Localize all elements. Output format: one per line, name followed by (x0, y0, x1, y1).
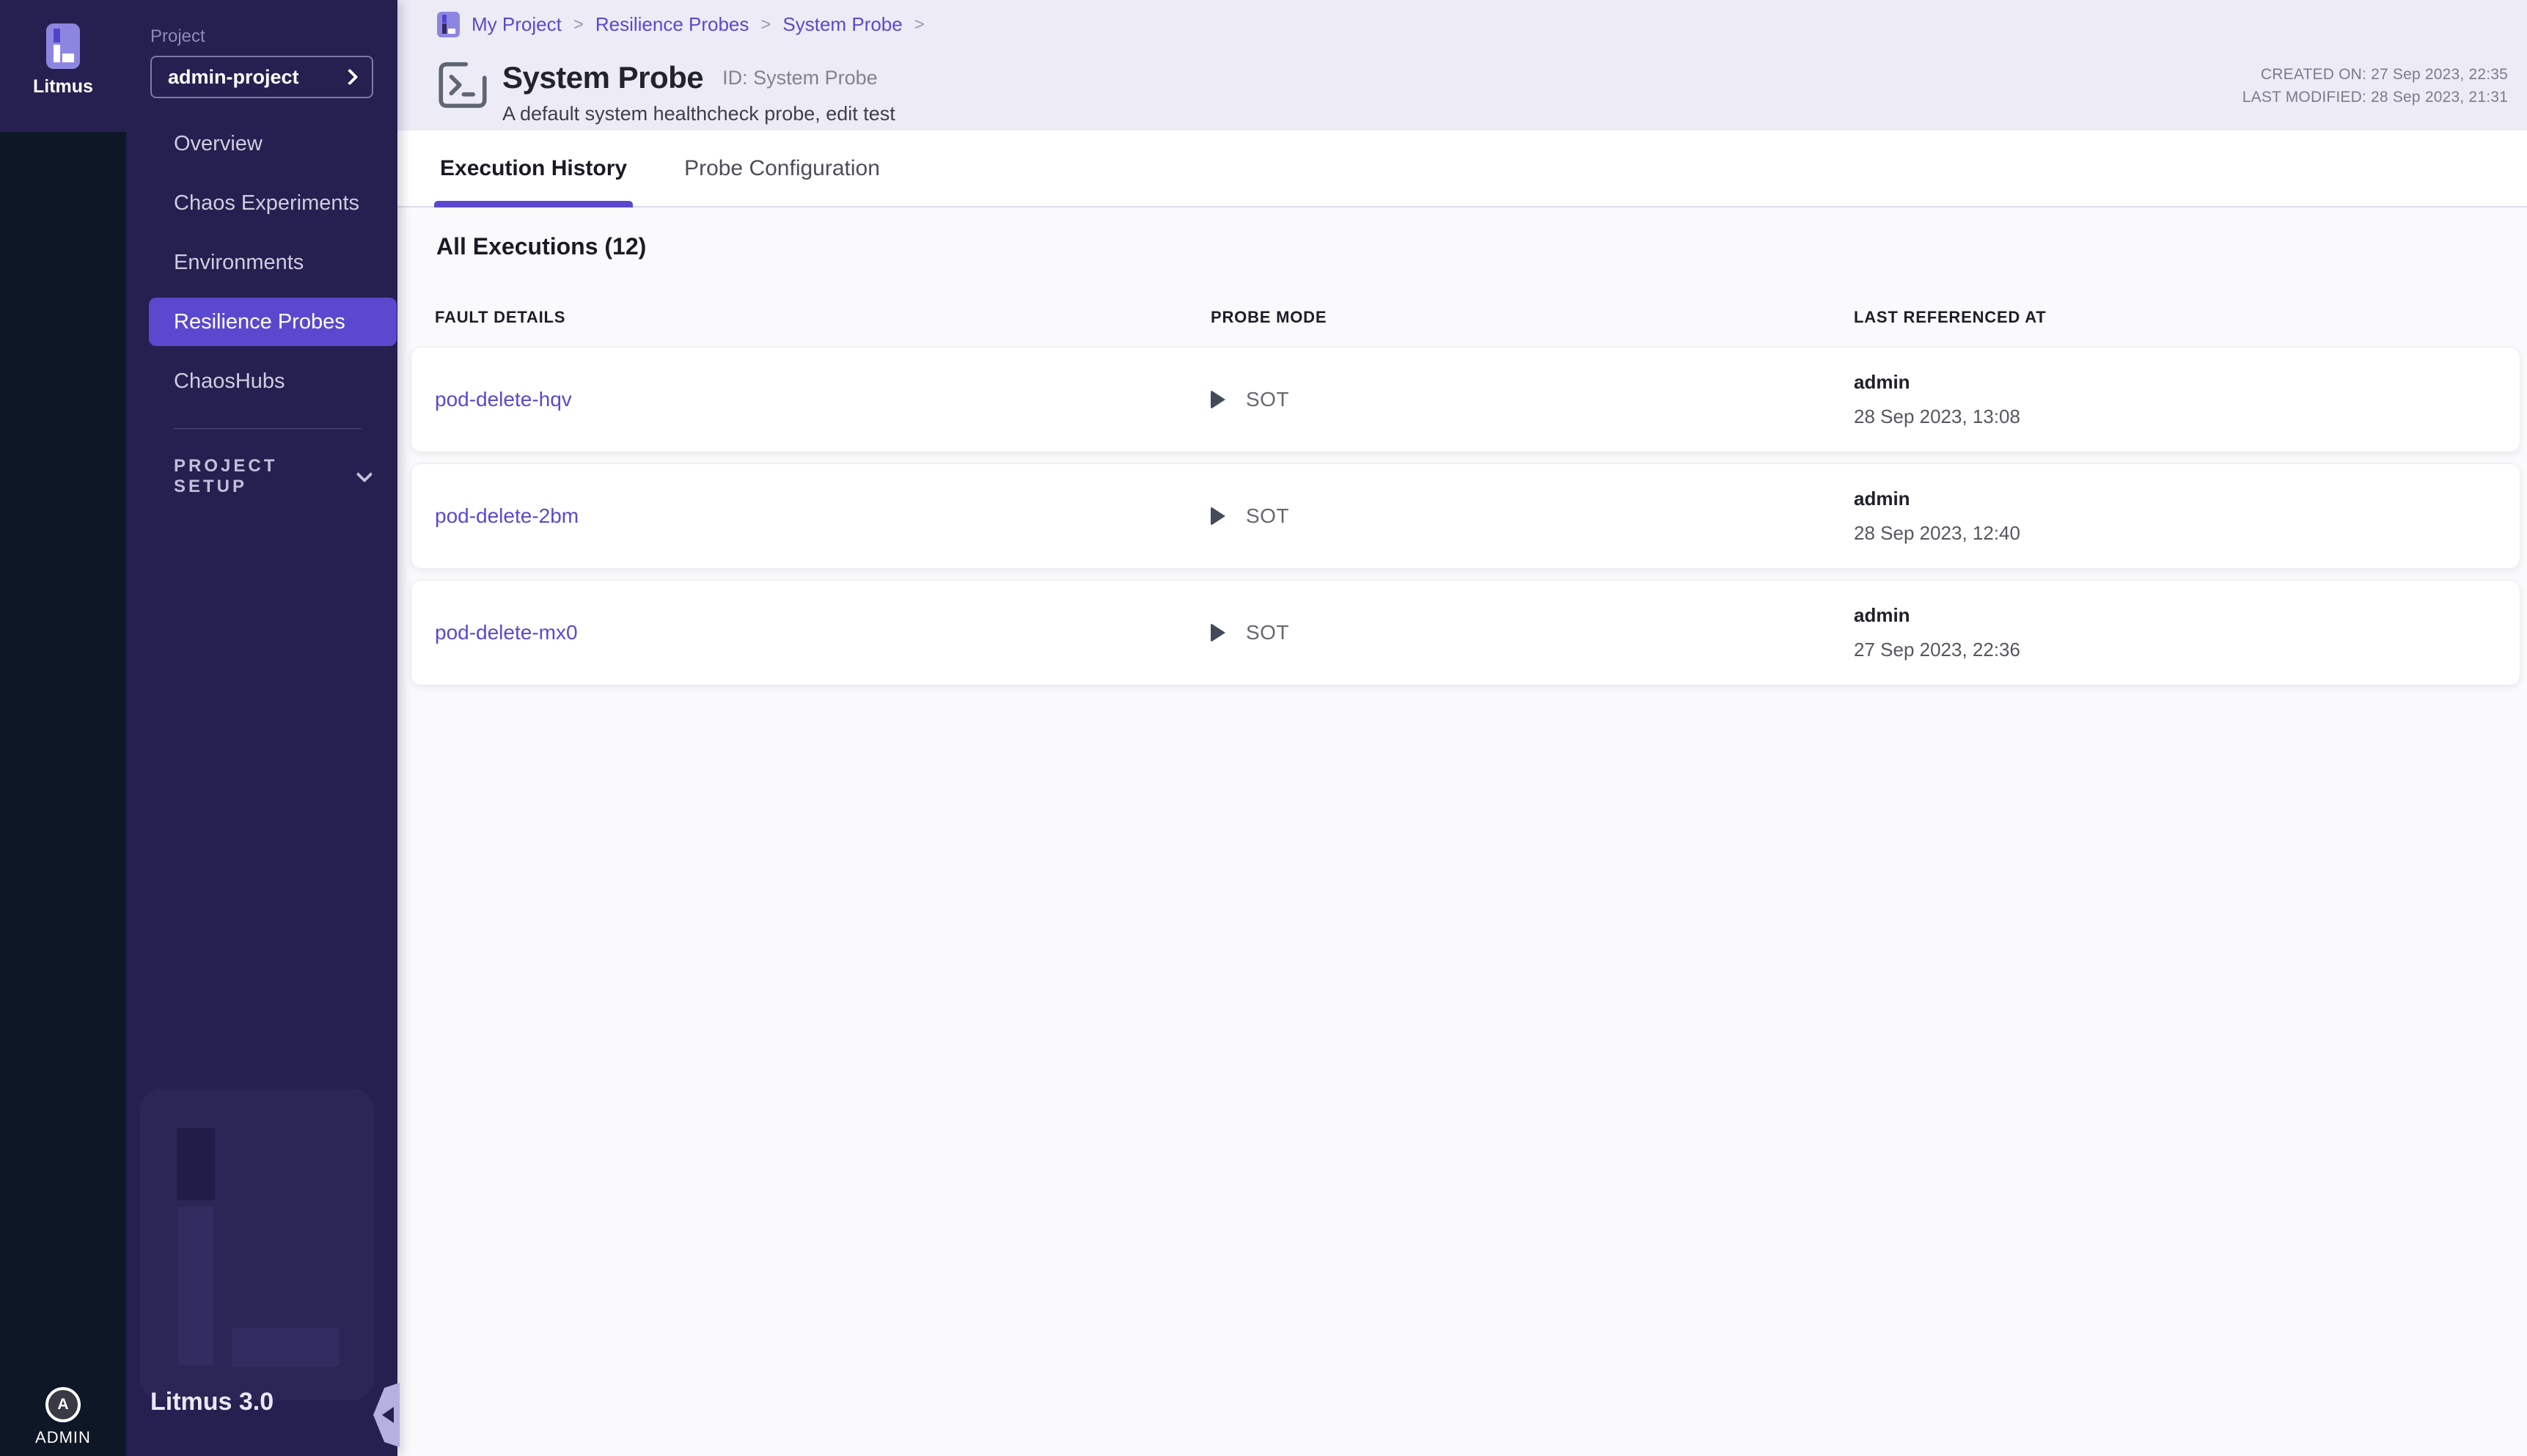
breadcrumb-my-project[interactable]: My Project (472, 13, 562, 36)
referenced-at-time: 28 Sep 2023, 13:08 (1854, 405, 2520, 428)
executions-panel: All Executions (12) FAULT DETAILS PROBE … (397, 209, 2527, 1456)
active-tab-underline (434, 201, 633, 207)
breadcrumb-resilience-probes[interactable]: Resilience Probes (595, 13, 749, 36)
project-selector[interactable]: admin-project (150, 56, 373, 98)
breadcrumb-separator: > (573, 15, 584, 35)
table-row: pod-delete-2bm SOT admin 28 Sep 2023, 12… (411, 463, 2520, 569)
page-subtitle: A default system healthcheck probe, edit… (502, 103, 895, 125)
sidebar: Project admin-project Overview Chaos Exp… (126, 0, 397, 1456)
probe-meta: CREATED ON: 27 Sep 2023, 22:35 LAST MODI… (2242, 63, 2508, 109)
litmus-app: Litmus A ADMIN Project admin-project Ove… (0, 0, 2527, 1456)
breadcrumb-system-probe[interactable]: System Probe (782, 13, 902, 36)
tab-probe-configuration[interactable]: Probe Configuration (678, 130, 886, 206)
fault-link[interactable]: pod-delete-2bm (435, 504, 579, 527)
page-id: ID: System Probe (722, 67, 878, 89)
litmus-logo-icon[interactable] (46, 23, 80, 69)
avatar-label: ADMIN (0, 1428, 126, 1447)
terminal-icon (436, 60, 489, 110)
tab-probe-configuration-label: Probe Configuration (684, 156, 880, 181)
executions-heading: All Executions (12) (436, 233, 646, 260)
sidebar-item-environments[interactable]: Environments (149, 238, 397, 287)
fault-link[interactable]: pod-delete-hqv (435, 388, 572, 411)
fault-link[interactable]: pod-delete-mx0 (435, 621, 578, 644)
sidebar-nav: Overview Chaos Experiments Environments … (126, 120, 397, 416)
sidebar-item-chaos-experiments[interactable]: Chaos Experiments (149, 179, 397, 227)
referenced-at-time: 27 Sep 2023, 22:36 (1854, 639, 2520, 661)
chevron-right-icon (342, 69, 359, 86)
play-icon[interactable] (1211, 390, 1225, 409)
probe-mode-value: SOT (1246, 504, 1289, 528)
referenced-by-user: admin (1854, 604, 2520, 627)
breadcrumb-litmus-icon (437, 12, 460, 37)
last-modified: LAST MODIFIED: 28 Sep 2023, 21:31 (2242, 86, 2508, 109)
play-icon[interactable] (1211, 507, 1225, 526)
tab-execution-history[interactable]: Execution History (434, 130, 633, 206)
referenced-at-time: 28 Sep 2023, 12:40 (1854, 522, 2520, 545)
column-header-last-referenced-at: LAST REFERENCED AT (1854, 308, 2520, 327)
breadcrumb-separator: > (760, 15, 771, 35)
avatar[interactable]: A (45, 1387, 81, 1422)
litmus-watermark (140, 1089, 374, 1400)
project-setup-label: PROJECT SETUP (174, 456, 359, 497)
sidebar-item-overview[interactable]: Overview (149, 120, 397, 168)
tab-bar: Execution History Probe Configuration (397, 130, 2527, 207)
sidebar-item-chaoshubs[interactable]: ChaosHubs (149, 357, 397, 405)
project-label: Project (150, 26, 205, 47)
probe-mode-value: SOT (1246, 388, 1289, 411)
collapse-left-icon (382, 1407, 394, 1423)
rail-top: Litmus (0, 0, 126, 132)
page-title: System Probe (502, 60, 703, 95)
referenced-by-user: admin (1854, 488, 2520, 510)
column-header-probe-mode: PROBE MODE (1211, 308, 1854, 327)
table-row: pod-delete-hqv SOT admin 28 Sep 2023, 13… (411, 347, 2520, 452)
left-rail: Litmus A ADMIN (0, 0, 126, 1456)
column-header-fault-details: FAULT DETAILS (435, 308, 1211, 327)
referenced-by-user: admin (1854, 371, 2520, 394)
tab-execution-history-label: Execution History (440, 156, 627, 181)
created-on: CREATED ON: 27 Sep 2023, 22:35 (2242, 63, 2508, 86)
page-header: My Project > Resilience Probes > System … (397, 0, 2527, 130)
sidebar-item-resilience-probes[interactable]: Resilience Probes (149, 298, 397, 346)
version-label: Litmus 3.0 (150, 1388, 274, 1416)
sidebar-divider (174, 428, 362, 429)
project-selector-value: admin-project (168, 66, 299, 89)
table-row: pod-delete-mx0 SOT admin 27 Sep 2023, 22… (411, 580, 2520, 685)
breadcrumb-separator: > (914, 15, 925, 35)
table-header-row: FAULT DETAILS PROBE MODE LAST REFERENCED… (435, 308, 2520, 327)
chevron-down-icon (356, 466, 373, 483)
litmus-logo-label: Litmus (33, 76, 93, 98)
main-area: My Project > Resilience Probes > System … (397, 0, 2527, 1456)
breadcrumb: My Project > Resilience Probes > System … (437, 12, 925, 37)
project-setup-toggle[interactable]: PROJECT SETUP (174, 456, 370, 497)
executions-list: pod-delete-hqv SOT admin 28 Sep 2023, 13… (411, 347, 2520, 696)
probe-mode-value: SOT (1246, 621, 1289, 644)
play-icon[interactable] (1211, 623, 1225, 642)
